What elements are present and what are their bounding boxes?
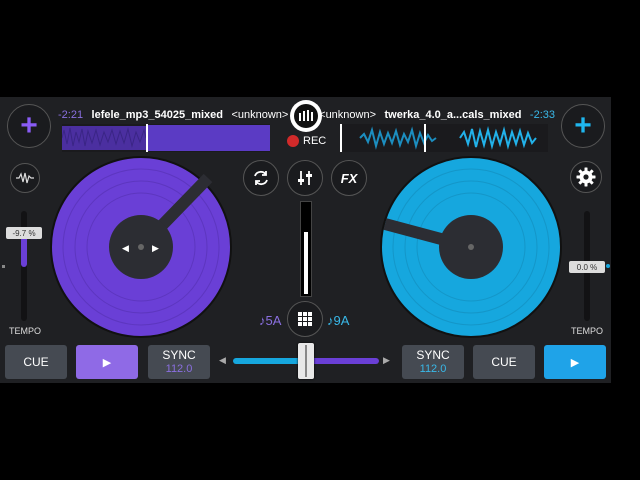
grid-icon: [298, 312, 312, 326]
play-button-left[interactable]: ▶: [76, 345, 138, 379]
play-button-right[interactable]: ▶: [544, 345, 606, 379]
add-track-right-button[interactable]: +: [561, 104, 605, 148]
crossfader-handle[interactable]: [298, 343, 314, 379]
key-right: ♪9A: [327, 313, 350, 328]
track-artist-right: <unknown>: [319, 109, 377, 121]
cue-button-right[interactable]: CUE: [473, 345, 535, 379]
record-button[interactable]: REC: [287, 135, 326, 147]
remaining-time-right: -2:33: [529, 109, 555, 121]
waveform-left-graphic: [62, 124, 270, 152]
waveform-left[interactable]: [62, 124, 270, 152]
fx-label: FX: [340, 170, 358, 186]
add-track-left-button[interactable]: +: [7, 104, 51, 148]
settings-button[interactable]: [570, 161, 602, 193]
gear-icon: [576, 167, 596, 187]
app-logo-icon: [290, 100, 322, 132]
sync-button-left[interactable]: SYNC 112.0: [148, 345, 210, 379]
cue-button-left[interactable]: CUE: [5, 345, 67, 379]
play-icon: ▶: [570, 356, 580, 369]
tempo-label-right: TEMPO: [571, 326, 604, 336]
waveform-icon: [16, 172, 34, 184]
waveform-right[interactable]: [340, 124, 548, 152]
crossfader-handle-line: [305, 345, 307, 377]
cue-label-right: CUE: [491, 355, 517, 369]
crossfader-track-right: [309, 358, 379, 364]
grid-menu-button[interactable]: [287, 301, 323, 337]
crossfader-right-arrow: ▶: [383, 355, 390, 365]
play-icon: ▶: [102, 356, 112, 369]
tempo-label-left: TEMPO: [9, 326, 42, 336]
sync-loop-button[interactable]: [243, 160, 279, 196]
fx-button[interactable]: FX: [331, 160, 367, 196]
key-left: ♪5A: [259, 313, 282, 328]
waveform-toggle-button[interactable]: [10, 163, 40, 193]
record-dot-icon: [287, 135, 299, 147]
bpm-left: 112.0: [165, 363, 193, 375]
logo-inner: [294, 104, 318, 128]
sync-button-right[interactable]: SYNC 112.0: [402, 345, 464, 379]
track-title-left: lefele_mp3_54025_mixed: [91, 109, 224, 121]
level-meter: [300, 201, 312, 297]
svg-text:◀: ◀: [122, 243, 129, 253]
record-label: REC: [303, 135, 327, 147]
tempo-marker-right: [606, 264, 610, 268]
turntable-right[interactable]: [380, 156, 562, 338]
track-title-right: twerka_4.0_a...cals_mixed: [384, 109, 522, 121]
turntable-left[interactable]: ◀ ▶: [50, 156, 232, 338]
mixer-button[interactable]: [287, 160, 323, 196]
tempo-marker-left: [2, 265, 5, 268]
tempo-value-left: -9.7 %: [6, 227, 42, 239]
refresh-icon: [254, 170, 268, 186]
waveform-right-graphic: [340, 124, 537, 152]
logo-bars-icon: [299, 110, 313, 121]
track-artist-left: <unknown>: [231, 109, 289, 121]
sync-label-left: SYNC: [162, 348, 196, 362]
bpm-right: 112.0: [419, 363, 447, 375]
plus-icon: +: [574, 109, 592, 142]
crossfader-track-left: [233, 358, 305, 364]
sync-label-right: SYNC: [416, 348, 450, 362]
track-info-left: -2:21 lefele_mp3_54025_mixed <unknown>: [58, 105, 288, 123]
cue-label-left: CUE: [23, 355, 49, 369]
sliders-icon: [298, 171, 312, 185]
track-info-right: <unknown> twerka_4.0_a...cals_mixed -2:3…: [319, 105, 555, 123]
crossfader-left-arrow: ◀: [219, 355, 226, 365]
dj-app: + + -2:21 lefele_mp3_54025_mixed <unknow…: [0, 97, 611, 383]
level-meter-fill: [304, 232, 308, 294]
plus-icon: +: [20, 109, 38, 142]
svg-text:▶: ▶: [152, 243, 159, 253]
tempo-value-right: 0.0 %: [569, 261, 605, 273]
remaining-time-left: -2:21: [58, 109, 84, 121]
